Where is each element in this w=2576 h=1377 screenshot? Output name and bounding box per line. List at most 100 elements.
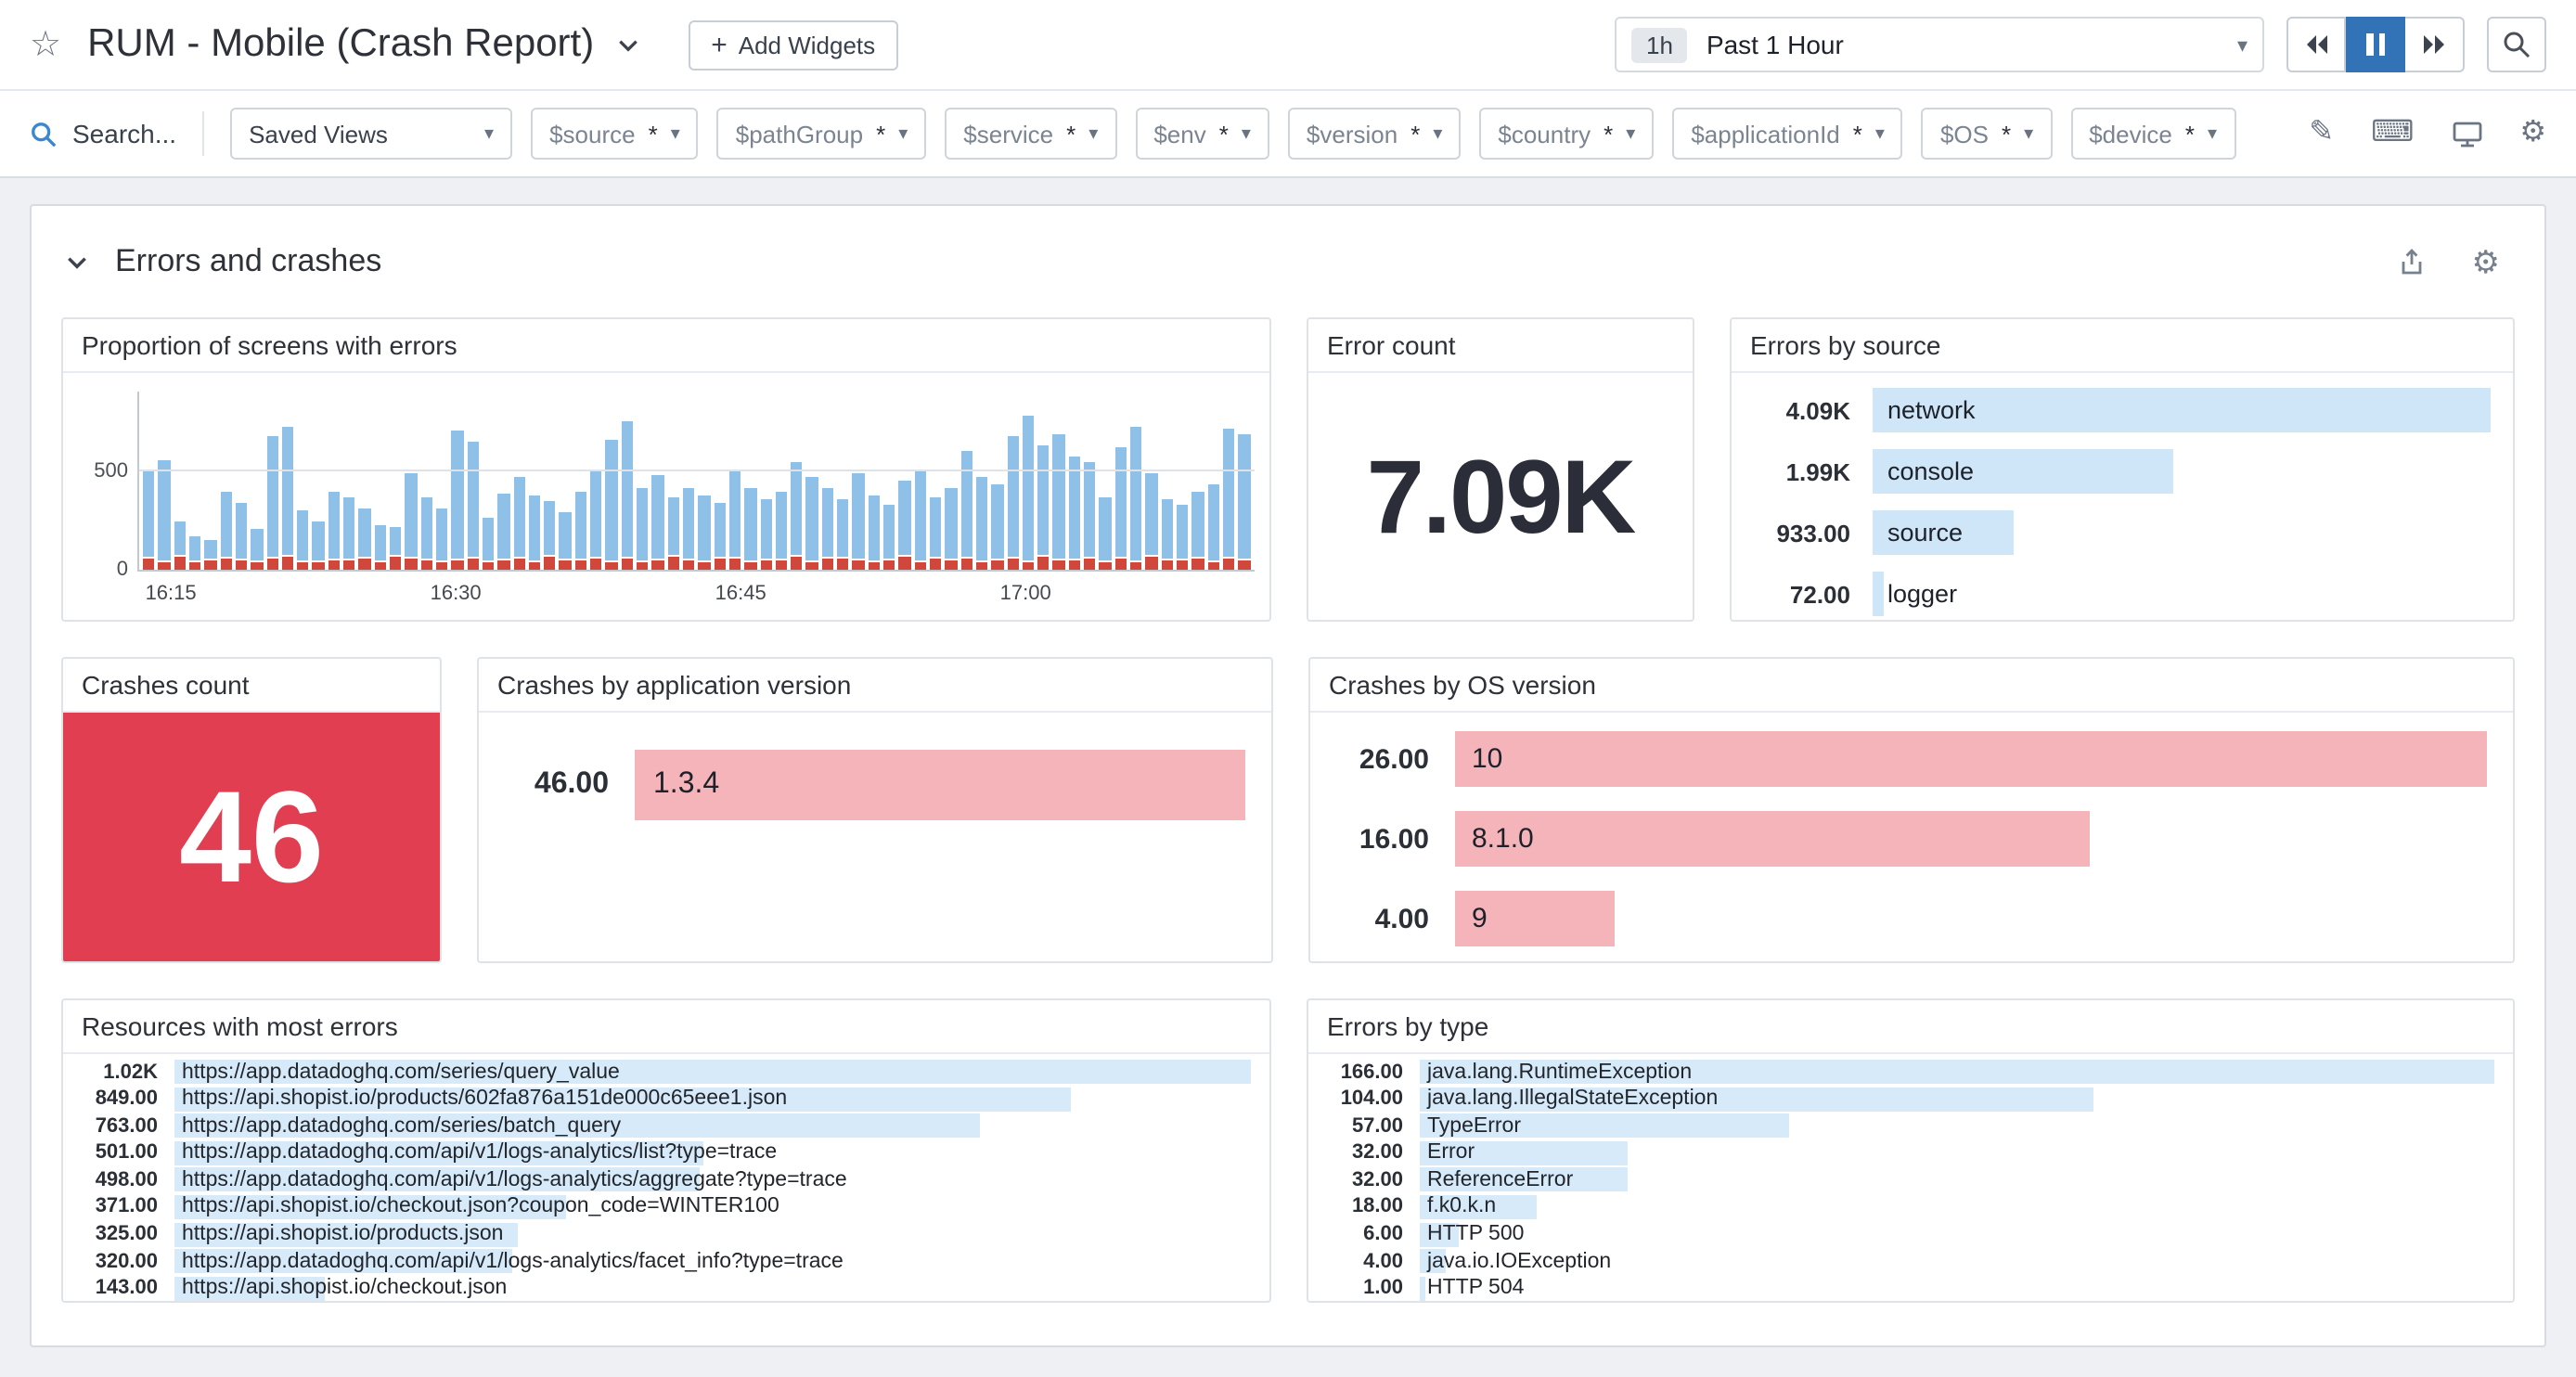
bar-row[interactable]: 143.00https://api.shopist.io/checkout.js…	[71, 1277, 1251, 1301]
timeseries-bar[interactable]	[1114, 392, 1127, 570]
bar-row[interactable]: 6.00HTTP 500	[1316, 1222, 2494, 1246]
fullscreen-monitor-icon[interactable]	[2451, 120, 2482, 148]
timeseries-bar[interactable]	[976, 392, 988, 570]
timeseries-bar[interactable]	[822, 392, 834, 570]
timeseries-bar[interactable]	[174, 392, 186, 570]
timeseries-bar[interactable]	[637, 392, 649, 570]
template-variable-source[interactable]: $source * ▾	[531, 108, 699, 160]
bar-row[interactable]: 1.99Kconsole	[1739, 449, 2491, 494]
bar-row[interactable]: 320.00https://app.datadoghq.com/api/v1/l…	[71, 1249, 1251, 1273]
timeseries-bar[interactable]	[1007, 392, 1019, 570]
timeseries-bar[interactable]	[497, 392, 509, 570]
timeseries-bar[interactable]	[1023, 392, 1035, 570]
timeseries-bar[interactable]	[652, 392, 664, 570]
timeseries-bar[interactable]	[1161, 392, 1173, 570]
template-variable-service[interactable]: $service * ▾	[945, 108, 1116, 160]
search-control[interactable]: Search...	[30, 119, 176, 148]
time-forward-button[interactable]	[2405, 17, 2465, 72]
timeseries-bar[interactable]	[529, 392, 541, 570]
timeseries-bar[interactable]	[560, 392, 572, 570]
timeseries-bar[interactable]	[1130, 392, 1142, 570]
bar-row[interactable]: 371.00https://api.shopist.io/checkout.js…	[71, 1195, 1251, 1219]
bar-row[interactable]: 933.00source	[1739, 510, 2491, 555]
bar-row[interactable]: 18.00f.k0.k.n	[1316, 1195, 2494, 1219]
collapse-chevron-icon[interactable]	[65, 250, 89, 274]
timeseries-bar[interactable]	[806, 392, 818, 570]
timeseries-bar[interactable]	[1084, 392, 1096, 570]
zoom-button[interactable]	[2487, 17, 2546, 72]
timeseries-bar[interactable]	[868, 392, 880, 570]
timeseries-bar[interactable]	[930, 392, 942, 570]
timeseries-plot[interactable]: 500 0	[137, 392, 1255, 572]
timeseries-bar[interactable]	[251, 392, 263, 570]
keyboard-icon[interactable]: ⌨	[2371, 119, 2414, 148]
timeseries-bar[interactable]	[1207, 392, 1219, 570]
bar-row[interactable]: 4.00java.io.IOException	[1316, 1249, 2494, 1273]
template-variable-version[interactable]: $version * ▾	[1288, 108, 1461, 160]
timeseries-bar[interactable]	[467, 392, 479, 570]
timeseries-bar[interactable]	[220, 392, 232, 570]
timeseries-bar[interactable]	[667, 392, 679, 570]
timeseries-bar[interactable]	[1177, 392, 1189, 570]
timeseries-bar[interactable]	[513, 392, 525, 570]
bar-row[interactable]: 16.008.1.0	[1321, 811, 2487, 867]
share-export-icon[interactable]	[2396, 246, 2428, 277]
timeseries-bar[interactable]	[1192, 392, 1204, 570]
bar-row[interactable]: 46.001.3.4	[490, 750, 1245, 820]
timeseries-bar[interactable]	[236, 392, 248, 570]
bar-row[interactable]: 4.09Knetwork	[1739, 388, 2491, 432]
timeseries-bar[interactable]	[791, 392, 803, 570]
timeseries-bar[interactable]	[297, 392, 309, 570]
timeseries-bar[interactable]	[991, 392, 1003, 570]
timeseries-bar[interactable]	[590, 392, 602, 570]
chevron-down-icon[interactable]	[616, 32, 640, 57]
timeseries-bar[interactable]	[1100, 392, 1112, 570]
timeseries-bar[interactable]	[883, 392, 895, 570]
timeseries-bar[interactable]	[1053, 392, 1065, 570]
bar-row[interactable]: 32.00Error	[1316, 1141, 2494, 1165]
timeseries-bar[interactable]	[374, 392, 386, 570]
timeseries-bar[interactable]	[205, 392, 217, 570]
bar-row[interactable]: 104.00java.lang.IllegalStateException	[1316, 1087, 2494, 1111]
timeseries-bar[interactable]	[406, 392, 418, 570]
timeseries-bar[interactable]	[621, 392, 633, 570]
bar-row[interactable]: 1.00HTTP 504	[1316, 1277, 2494, 1301]
timeseries-bar[interactable]	[1069, 392, 1081, 570]
bar-row[interactable]: 32.00ReferenceError	[1316, 1168, 2494, 1192]
bar-row[interactable]: 1.02Khttps://app.datadoghq.com/series/qu…	[71, 1060, 1251, 1084]
timeseries-bar[interactable]	[1037, 392, 1050, 570]
pause-button[interactable]	[2346, 17, 2405, 72]
timeseries-bar[interactable]	[1238, 392, 1250, 570]
timeseries-bar[interactable]	[946, 392, 958, 570]
timeseries-bar[interactable]	[359, 392, 371, 570]
timeseries-bar[interactable]	[776, 392, 788, 570]
timeseries-bar[interactable]	[575, 392, 587, 570]
template-variable-device[interactable]: $device * ▾	[2070, 108, 2235, 160]
template-variable-pathgroup[interactable]: $pathGroup * ▾	[717, 108, 927, 160]
bar-row[interactable]: 72.00logger	[1739, 572, 2491, 616]
edit-pencil-icon[interactable]: ✎	[2309, 119, 2334, 148]
timeseries-bar[interactable]	[189, 392, 201, 570]
favorite-star-icon[interactable]: ☆	[30, 27, 61, 62]
timeseries-bar[interactable]	[960, 392, 972, 570]
timeseries-bar[interactable]	[606, 392, 618, 570]
timeseries-bar[interactable]	[744, 392, 756, 570]
bar-row[interactable]: 57.00TypeError	[1316, 1113, 2494, 1138]
bar-row[interactable]: 498.00https://app.datadoghq.com/api/v1/l…	[71, 1168, 1251, 1192]
template-variable-env[interactable]: $env * ▾	[1135, 108, 1269, 160]
template-variable-applicationid[interactable]: $applicationId * ▾	[1672, 108, 1903, 160]
bar-row[interactable]: 26.0010	[1321, 731, 2487, 787]
group-gear-icon[interactable]: ⚙	[2472, 246, 2501, 277]
timeseries-bar[interactable]	[266, 392, 278, 570]
timeseries-bar[interactable]	[313, 392, 325, 570]
timeseries-bar[interactable]	[483, 392, 495, 570]
timeseries-bar[interactable]	[328, 392, 341, 570]
bar-row[interactable]: 166.00java.lang.RuntimeException	[1316, 1060, 2494, 1084]
saved-views-select[interactable]: Saved Views ▾	[230, 108, 512, 160]
template-variable-os[interactable]: $OS * ▾	[1922, 108, 2052, 160]
bar-row[interactable]: 325.00https://api.shopist.io/products.js…	[71, 1222, 1251, 1246]
timeseries-bar[interactable]	[436, 392, 448, 570]
timeseries-bar[interactable]	[899, 392, 911, 570]
timeseries-bar[interactable]	[420, 392, 432, 570]
bar-row[interactable]: 501.00https://app.datadoghq.com/api/v1/l…	[71, 1141, 1251, 1165]
